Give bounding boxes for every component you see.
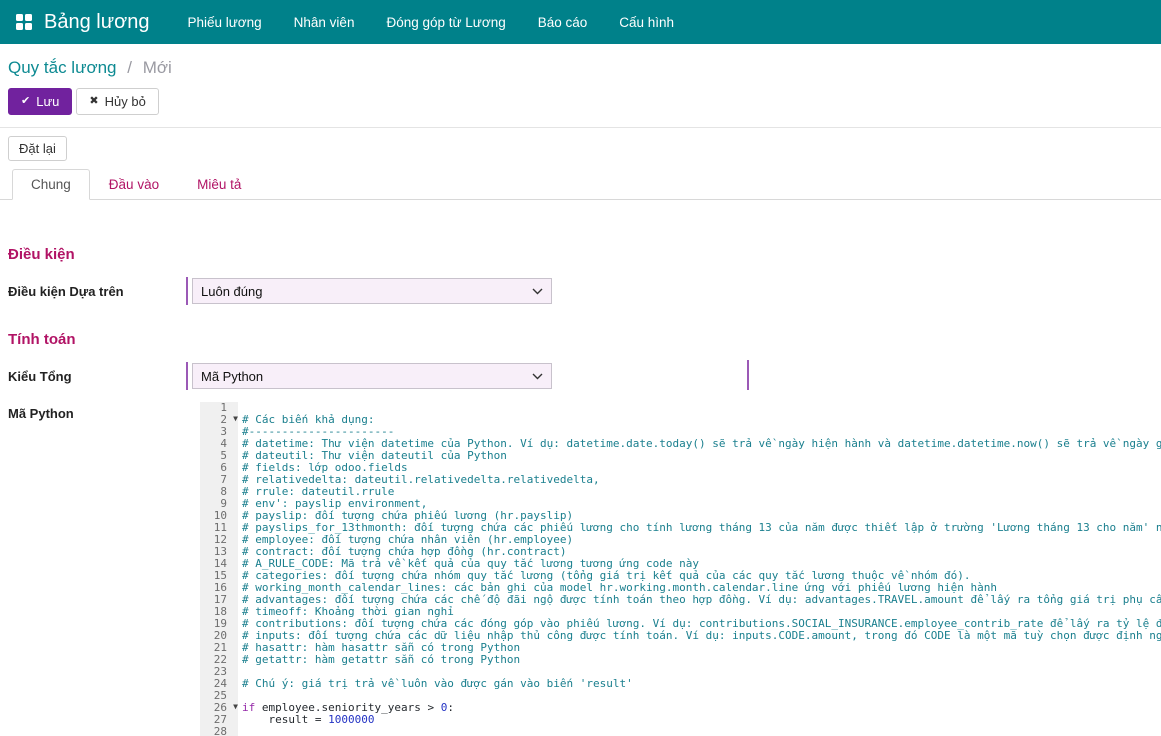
navbar-item-dong-gop-tu-luong[interactable]: Đóng góp từ Lương — [370, 0, 521, 44]
chevron-down-icon — [532, 288, 543, 295]
fold-arrow-icon[interactable]: ▼ — [233, 701, 238, 713]
tab-mieu-ta[interactable]: Miêu tả — [178, 169, 260, 200]
tab-chung[interactable]: Chung — [12, 169, 90, 200]
apps-menu-icon — [16, 14, 32, 30]
amount-type-select[interactable]: Mã Python — [192, 363, 552, 389]
navbar-item-nhan-vien[interactable]: Nhân viên — [278, 0, 371, 44]
line-number: 4 — [200, 438, 238, 450]
form-body: Điều kiện Điều kiện Dựa trên Luôn đúng T… — [0, 246, 1161, 736]
breadcrumb-separator: / — [127, 58, 132, 77]
line-number: 7 — [200, 474, 238, 486]
label-separator — [186, 362, 188, 390]
amount-type-value: Mã Python — [201, 369, 263, 384]
line-number: 2▼ — [200, 414, 238, 426]
editor-gutter: 12▼3456789101112131415161718192021222324… — [200, 402, 238, 736]
fold-arrow-icon[interactable]: ▼ — [233, 413, 238, 425]
navbar-item-cau-hinh[interactable]: Cấu hình — [603, 0, 690, 44]
breadcrumb: Quy tắc lương / Mới — [0, 44, 1161, 86]
discard-button[interactable]: ✖ Hủy bỏ — [76, 88, 158, 115]
tab-dau-vao[interactable]: Đầu vào — [90, 169, 178, 200]
app-title[interactable]: Bảng lương — [44, 11, 149, 34]
code-line — [242, 402, 1161, 414]
condition-based-on-value: Luôn đúng — [201, 284, 262, 299]
breadcrumb-parent[interactable]: Quy tắc lương — [8, 58, 117, 77]
check-icon: ✔ — [21, 96, 30, 107]
code-line — [242, 726, 1161, 736]
reset-button-label: Đặt lại — [19, 142, 56, 155]
python-code-row: Mã Python 12▼345678910111213141516171819… — [8, 402, 1161, 736]
amount-type-label: Kiểu Tổng — [8, 369, 186, 384]
code-line: # getattr: hàm getattr sẵn có trong Pyth… — [242, 654, 1161, 666]
line-number: 3 — [200, 426, 238, 438]
top-navbar: Bảng lương Phiếu lươngNhân viênĐóng góp … — [0, 0, 1161, 44]
line-number: 28 — [200, 726, 238, 736]
condition-based-on-select[interactable]: Luôn đúng — [192, 278, 552, 304]
code-line: # Chú ý: giá trị trả về luôn vào được gá… — [242, 678, 1161, 690]
label-separator — [186, 277, 188, 305]
reset-button[interactable]: Đặt lại — [8, 136, 67, 161]
navbar-menu: Phiếu lươngNhân viênĐóng góp từ LươngBáo… — [171, 0, 690, 44]
section-title-computation: Tính toán — [8, 331, 1161, 348]
amount-type-row: Kiểu Tổng Mã Python — [8, 362, 1161, 390]
reset-row: Đặt lại — [0, 128, 1161, 167]
save-button[interactable]: ✔ Lưu — [8, 88, 72, 115]
save-button-label: Lưu — [36, 95, 59, 108]
navbar-item-bao-cao[interactable]: Báo cáo — [522, 0, 604, 44]
tabs: ChungĐầu vàoMiêu tả — [0, 169, 1161, 200]
control-panel: Quy tắc lương / Mới ✔ Lưu ✖ Hủy bỏ — [0, 44, 1161, 128]
discard-button-label: Hủy bỏ — [105, 95, 146, 108]
python-code-label: Mã Python — [8, 402, 186, 421]
close-icon: ✖ — [89, 96, 98, 107]
line-number: 5 — [200, 450, 238, 462]
code-line: result = 1000000 — [242, 714, 1161, 726]
line-number: 8 — [200, 486, 238, 498]
chevron-down-icon — [532, 373, 543, 380]
form-sheet: Đặt lại ChungĐầu vàoMiêu tả Điều kiện Đi… — [0, 128, 1161, 736]
action-buttons: ✔ Lưu ✖ Hủy bỏ — [0, 86, 1161, 127]
condition-based-on-row: Điều kiện Dựa trên Luôn đúng — [8, 277, 1161, 305]
breadcrumb-current: Mới — [143, 58, 172, 77]
section-title-condition: Điều kiện — [8, 246, 1161, 263]
column-separator — [747, 360, 749, 390]
apps-menu-button[interactable] — [12, 10, 36, 34]
condition-based-on-label: Điều kiện Dựa trên — [8, 284, 186, 299]
line-number: 6 — [200, 462, 238, 474]
navbar-item-phieu-luong[interactable]: Phiếu lương — [171, 0, 277, 44]
code-line: if employee.seniority_years > 0: — [242, 702, 1161, 714]
python-code-editor[interactable]: 12▼3456789101112131415161718192021222324… — [200, 402, 1161, 736]
editor-code[interactable]: # Các biến khả dụng:#-------------------… — [238, 402, 1161, 736]
